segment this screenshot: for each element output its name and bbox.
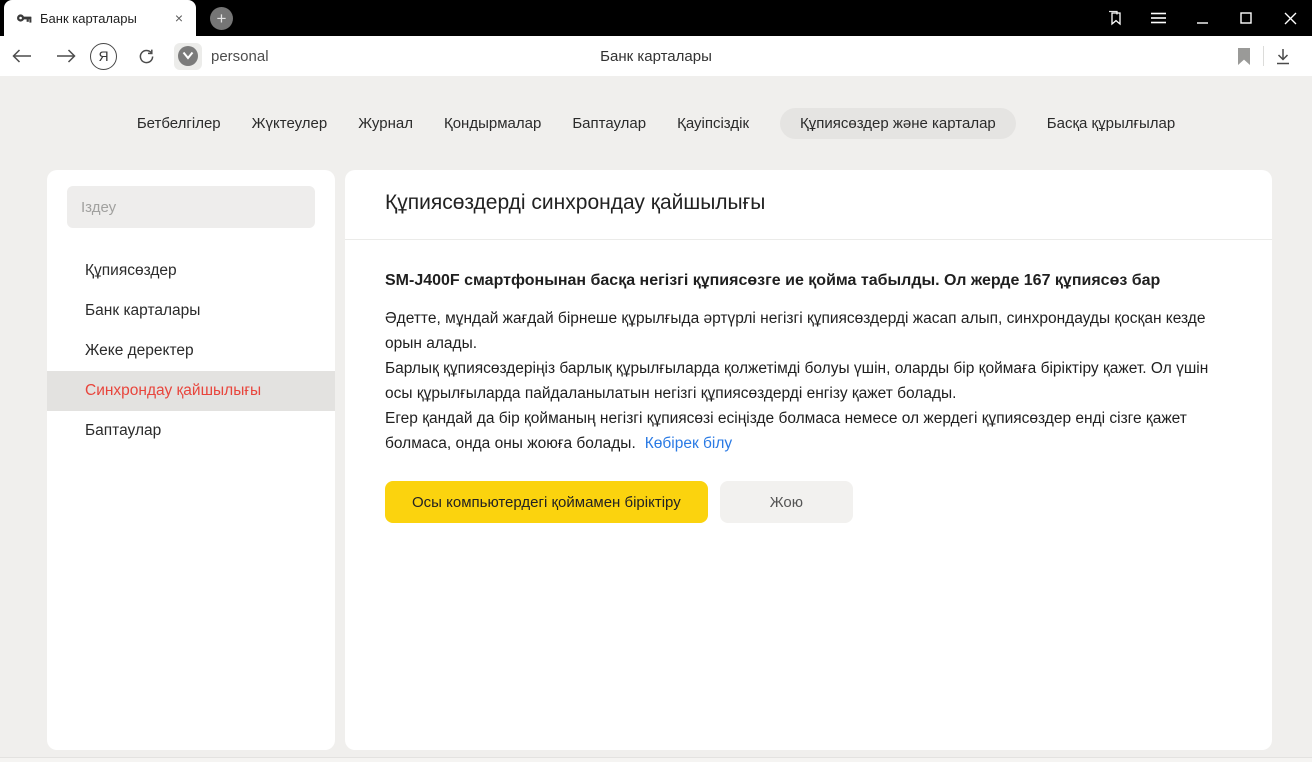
sidebar-item-personal-data[interactable]: Жеке деректер xyxy=(47,331,335,371)
sidebar-item-sync-conflict[interactable]: Синхрондау қайшылығы xyxy=(47,371,335,411)
sidebar-item-settings[interactable]: Баптаулар xyxy=(47,411,335,451)
new-tab-button[interactable]: + xyxy=(210,7,233,30)
maximize-icon[interactable] xyxy=(1224,0,1268,36)
learn-more-link[interactable]: Көбірек білу xyxy=(645,435,732,452)
refresh-icon[interactable] xyxy=(126,48,166,65)
bookmarks-panel-icon[interactable] xyxy=(1092,0,1136,36)
alert-title: SM-J400F смартфонынан басқа негізгі құпи… xyxy=(385,268,1220,293)
menu-icon[interactable] xyxy=(1136,0,1180,36)
back-icon[interactable] xyxy=(0,49,44,63)
search-input[interactable] xyxy=(67,186,315,228)
sidebar: ҚұпиясөздерБанк карталарыЖеке деректерСи… xyxy=(47,170,335,750)
sidebar-item-passwords[interactable]: Құпиясөздер xyxy=(47,251,335,291)
titlebar: Банк карталары × + xyxy=(0,0,1312,36)
download-icon[interactable] xyxy=(1264,48,1302,65)
settings-nav: Бетбелгілер Жүктеулер Журнал Қондырмалар Бап… xyxy=(0,108,1312,139)
nav-tab-settings[interactable]: Баптаулар xyxy=(572,108,646,139)
paragraph-1: Әдетте, мұндай жағдай бірнеше құрылғыда … xyxy=(385,306,1220,356)
sidebar-item-bank-cards[interactable]: Банк карталары xyxy=(47,291,335,331)
content-panel: Құпиясөздерді синхрондау қайшылығы SM-J4… xyxy=(345,170,1272,750)
browser-tab[interactable]: Банк карталары × xyxy=(4,0,196,36)
merge-button[interactable]: Осы компьютердегі қоймамен біріктіру xyxy=(385,481,708,523)
nav-tab-other-devices[interactable]: Басқа құрылғылар xyxy=(1047,108,1175,139)
protect-icon xyxy=(178,46,198,66)
button-row: Осы компьютердегі қоймамен біріктіру Жою xyxy=(385,481,1232,523)
bookmark-flag-icon[interactable] xyxy=(1225,48,1263,65)
nav-tab-extensions[interactable]: Қондырмалар xyxy=(444,108,541,139)
content-heading: Құпиясөздерді синхрондау қайшылығы xyxy=(385,191,1232,215)
forward-icon[interactable] xyxy=(44,49,88,63)
nav-tab-bookmarks[interactable]: Бетбелгілер xyxy=(137,108,221,139)
toolbar: Я personal Банк карталары xyxy=(0,36,1312,76)
tab-close-icon[interactable]: × xyxy=(172,9,186,27)
minimize-icon[interactable] xyxy=(1180,0,1224,36)
content-body: SM-J400F смартфонынан басқа негізгі құпи… xyxy=(345,240,1272,523)
settings-page: Бетбелгілер Жүктеулер Журнал Қондырмалар Бап… xyxy=(0,76,1312,757)
alert-description: Әдетте, мұндай жағдай бірнеше құрылғыда … xyxy=(385,306,1220,456)
paragraph-2: Барлық құпиясөздеріңіз барлық құрылғылар… xyxy=(385,356,1220,406)
delete-button[interactable]: Жою xyxy=(720,481,853,523)
content-header: Құпиясөздерді синхрондау қайшылығы xyxy=(345,170,1272,240)
address-text[interactable]: personal xyxy=(211,48,269,65)
protect-badge[interactable] xyxy=(174,43,202,70)
key-favicon-icon xyxy=(16,10,32,26)
browser-window: Банк карталары × + xyxy=(0,0,1312,762)
tab-title: Банк карталары xyxy=(40,11,164,26)
sidebar-list: ҚұпиясөздерБанк карталарыЖеке деректерСи… xyxy=(47,251,335,451)
nav-tab-passwords-and-cards[interactable]: Құпиясөздер және карталар xyxy=(780,108,1016,139)
nav-tab-history[interactable]: Журнал xyxy=(358,108,413,139)
nav-tab-downloads[interactable]: Жүктеулер xyxy=(252,108,328,139)
yandex-logo-icon[interactable]: Я xyxy=(90,43,117,70)
paragraph-3: Егер қандай да бір қойманың негізгі құпи… xyxy=(385,406,1220,456)
close-window-icon[interactable] xyxy=(1268,0,1312,36)
nav-tab-security[interactable]: Қауіпсіздік xyxy=(677,108,749,139)
window-bottom-edge xyxy=(0,757,1312,762)
